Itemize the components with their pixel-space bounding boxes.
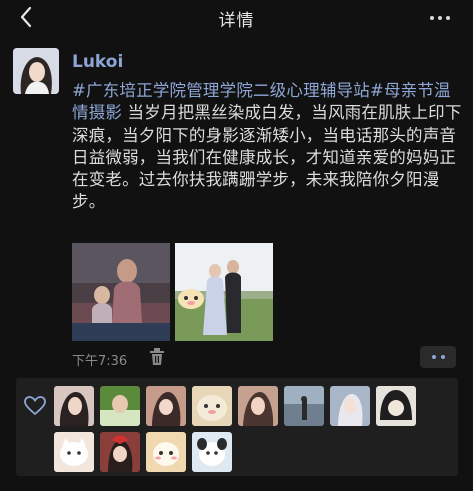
more-icon[interactable] [425, 8, 455, 28]
page-title: 详情 [218, 10, 255, 31]
post-text: #广东培正学院管理学院二级心理辅导站#母亲节温情摄影 当岁月把黑丝染成白发，当风… [72, 80, 464, 214]
post-options-button[interactable] [420, 346, 456, 368]
likes-panel [16, 378, 458, 476]
chevron-left-icon[interactable] [14, 5, 38, 29]
liker-avatar[interactable] [284, 386, 324, 426]
liker-avatar[interactable] [376, 386, 416, 426]
post-body: 当岁月把黑丝染成白发，当风雨在肌肤上印下深痕，当夕阳下的身影逐渐矮小，当电话那头… [72, 103, 462, 212]
liker-avatar[interactable] [146, 386, 186, 426]
trash-icon[interactable] [149, 348, 165, 366]
post-time: 下午7:36 [72, 354, 128, 369]
liker-avatar[interactable] [192, 432, 232, 472]
liker-avatar[interactable] [100, 432, 140, 472]
liker-avatar[interactable] [192, 386, 232, 426]
liker-avatar[interactable] [238, 386, 278, 426]
photo-two-women-outdoor[interactable] [175, 243, 273, 341]
liker-avatar[interactable] [330, 386, 370, 426]
author-avatar[interactable] [13, 48, 59, 94]
top-bar: 详情 [0, 0, 473, 36]
photo-mother-child[interactable] [72, 243, 170, 341]
liker-avatar[interactable] [54, 386, 94, 426]
liker-avatar[interactable] [146, 432, 186, 472]
heart-icon [24, 396, 46, 416]
liker-avatar[interactable] [100, 386, 140, 426]
author-name[interactable]: Lukoi [72, 52, 123, 72]
liker-avatar[interactable] [54, 432, 94, 472]
